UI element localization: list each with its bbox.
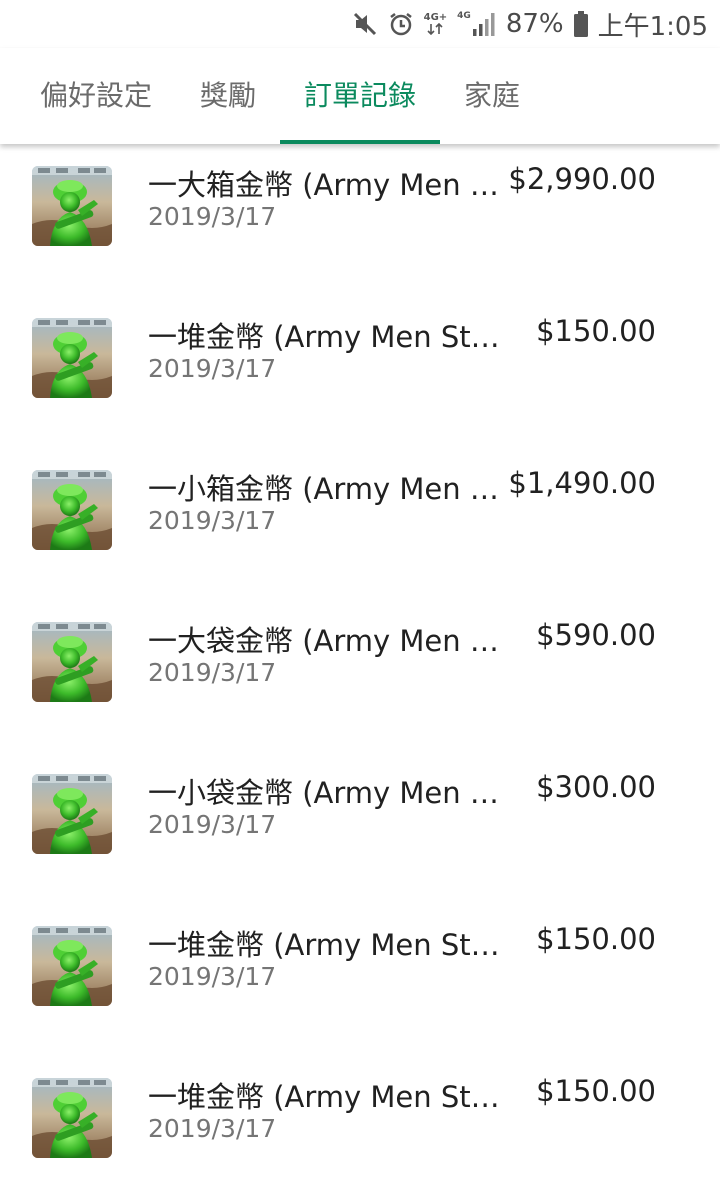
order-date: 2019/3/17 bbox=[148, 1114, 277, 1143]
order-title: 一堆金幣 (Army Men Strike) bbox=[148, 320, 500, 354]
order-row[interactable]: 一小袋金幣 (Army Men Strike) 2019/3/17 $300.0… bbox=[0, 752, 720, 904]
order-price: $150.00 bbox=[536, 314, 656, 348]
order-title: 一大袋金幣 (Army Men Strike) bbox=[148, 624, 500, 658]
app-thumbnail bbox=[32, 774, 112, 854]
tab-preferences[interactable]: 偏好設定 bbox=[24, 48, 168, 144]
network-badge: 4G+ bbox=[423, 12, 448, 35]
order-date: 2019/3/17 bbox=[148, 658, 277, 687]
network-side-label: 4G bbox=[457, 11, 471, 21]
order-row[interactable]: 一堆金幣 (Army Men Strike) 2019/3/17 $150.00 bbox=[0, 904, 720, 1056]
order-date: 2019/3/17 bbox=[148, 354, 277, 383]
tab-order-history[interactable]: 訂單記錄 bbox=[280, 48, 440, 144]
order-date: 2019/3/17 bbox=[148, 506, 277, 535]
signal-icon: 4G bbox=[457, 11, 496, 37]
order-price: $590.00 bbox=[536, 618, 656, 652]
active-tab-indicator bbox=[280, 140, 440, 144]
order-title: 一小箱金幣 (Army Men Strike) bbox=[148, 472, 500, 506]
tab-rewards[interactable]: 獎勵 bbox=[184, 48, 272, 144]
status-bar: 4G+ 4G 87% 上午1:05 bbox=[0, 0, 720, 48]
order-title: 一小袋金幣 (Army Men Strike) bbox=[148, 776, 500, 810]
order-price: $150.00 bbox=[536, 922, 656, 956]
order-row[interactable]: 一大袋金幣 (Army Men Strike) 2019/3/17 $590.0… bbox=[0, 600, 720, 752]
order-title: 一大箱金幣 (Army Men Strike) bbox=[148, 168, 500, 202]
status-icons: 4G+ 4G 87% 上午1:05 bbox=[352, 6, 708, 42]
network-label: 4G+ bbox=[423, 12, 448, 23]
battery-percent: 87% bbox=[505, 9, 564, 39]
battery-icon bbox=[573, 11, 588, 37]
order-row[interactable]: 一堆金幣 (Army Men Strike) 2019/3/17 $150.00 bbox=[0, 1056, 720, 1196]
order-row[interactable]: 一小箱金幣 (Army Men Strike) 2019/3/17 $1,490… bbox=[0, 448, 720, 600]
order-date: 2019/3/17 bbox=[148, 962, 277, 991]
app-thumbnail bbox=[32, 622, 112, 702]
order-title: 一堆金幣 (Army Men Strike) bbox=[148, 1080, 500, 1114]
order-list: 一大箱金幣 (Army Men Strike) 2019/3/17 $2,990… bbox=[0, 144, 720, 1196]
order-price: $2,990.00 bbox=[508, 162, 656, 196]
order-price: $150.00 bbox=[536, 1074, 656, 1108]
order-date: 2019/3/17 bbox=[148, 202, 277, 231]
order-row[interactable]: 一堆金幣 (Army Men Strike) 2019/3/17 $150.00 bbox=[0, 296, 720, 448]
alarm-icon bbox=[388, 11, 414, 37]
tab-family[interactable]: 家庭 bbox=[452, 48, 532, 144]
app-thumbnail bbox=[32, 318, 112, 398]
app-thumbnail bbox=[32, 1078, 112, 1158]
app-thumbnail bbox=[32, 166, 112, 246]
app-thumbnail bbox=[32, 470, 112, 550]
clock: 上午1:05 bbox=[597, 11, 708, 42]
app-thumbnail bbox=[32, 926, 112, 1006]
order-date: 2019/3/17 bbox=[148, 810, 277, 839]
order-row[interactable]: 一大箱金幣 (Army Men Strike) 2019/3/17 $2,990… bbox=[0, 144, 720, 296]
order-price: $1,490.00 bbox=[508, 466, 656, 500]
account-tab-bar: 偏好設定 獎勵 訂單記錄 家庭 bbox=[0, 48, 720, 144]
mute-icon bbox=[352, 11, 378, 37]
order-price: $300.00 bbox=[536, 770, 656, 804]
order-title: 一堆金幣 (Army Men Strike) bbox=[148, 928, 500, 962]
